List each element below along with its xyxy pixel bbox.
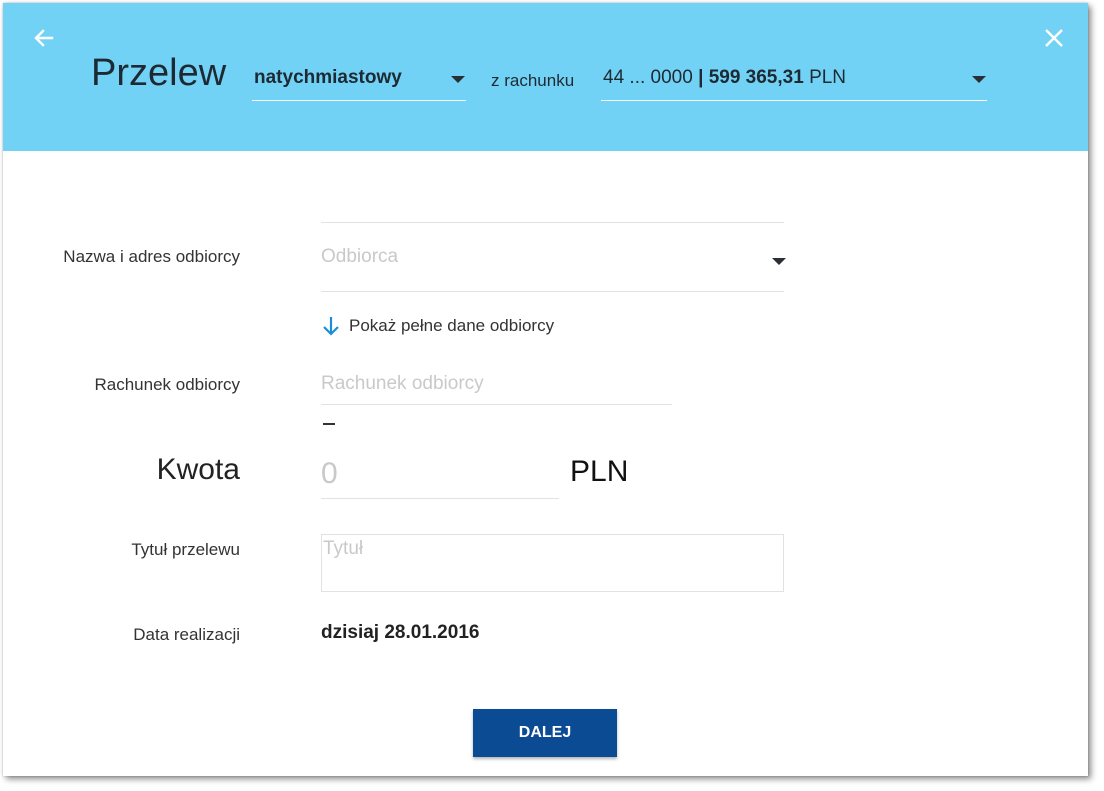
chevron-down-icon xyxy=(451,76,465,83)
recipient-combobox[interactable]: Odbiorca xyxy=(321,222,786,292)
transfer-type-value: natychmiastowy xyxy=(254,67,402,88)
recipient-top-line xyxy=(321,222,784,223)
next-button[interactable]: DALEJ xyxy=(473,709,617,757)
close-icon xyxy=(1045,29,1063,47)
recipient-placeholder: Odbiorca xyxy=(321,246,399,267)
account-number: 44 ... 0000 xyxy=(603,67,693,88)
recipient-account-line xyxy=(321,404,672,405)
amount-currency: PLN xyxy=(570,455,629,488)
execution-date-value: dzisiaj 28.01.2016 xyxy=(321,622,480,643)
recipient-account-placeholder: Rachunek odbiorcy xyxy=(321,373,484,394)
chevron-down-icon xyxy=(772,258,786,265)
source-account-select[interactable]: 44 ... 0000 | 599 365,31 PLN xyxy=(601,57,987,101)
account-balance: 599 365,31 xyxy=(708,67,804,88)
transfer-dialog: Przelew natychmiastowy z rachunku 44 ...… xyxy=(3,3,1088,776)
close-button[interactable] xyxy=(1041,25,1067,51)
amount-input[interactable]: 0 xyxy=(321,451,559,499)
amount-placeholder: 0 xyxy=(321,457,338,490)
arrow-left-icon xyxy=(34,29,54,47)
recipient-bottom-line xyxy=(321,291,784,292)
account-currency: PLN xyxy=(809,67,847,88)
amount-line xyxy=(321,498,559,499)
recipient-account-input[interactable]: Rachunek odbiorcy xyxy=(321,369,672,405)
recipient-label: Nazwa i adres odbiorcy xyxy=(63,247,240,266)
account-dash xyxy=(323,423,335,425)
execution-date-label: Data realizacji xyxy=(133,625,240,644)
chevron-down-icon xyxy=(972,76,986,83)
show-recipient-details-link[interactable]: Pokaż pełne dane odbiorcy xyxy=(321,314,554,338)
recipient-account-label: Rachunek odbiorcy xyxy=(94,375,240,394)
from-account-label: z rachunku xyxy=(491,71,575,90)
back-button[interactable] xyxy=(31,25,57,51)
page-title: Przelew xyxy=(91,52,227,94)
amount-label: Kwota xyxy=(156,453,240,486)
transfer-title-placeholder: Tytuł xyxy=(323,538,364,559)
arrow-down-icon xyxy=(323,317,339,336)
show-recipient-details-label: Pokaż pełne dane odbiorcy xyxy=(349,316,555,335)
transfer-title-input[interactable]: Tytuł xyxy=(321,534,784,592)
account-separator: | xyxy=(698,67,704,88)
source-account-value: 44 ... 0000 | 599 365,31 PLN xyxy=(603,67,846,89)
transfer-title-label: Tytuł przelewu xyxy=(131,540,240,559)
transfer-type-select[interactable]: natychmiastowy xyxy=(252,57,466,101)
dialog-header: Przelew natychmiastowy z rachunku 44 ...… xyxy=(3,3,1088,151)
